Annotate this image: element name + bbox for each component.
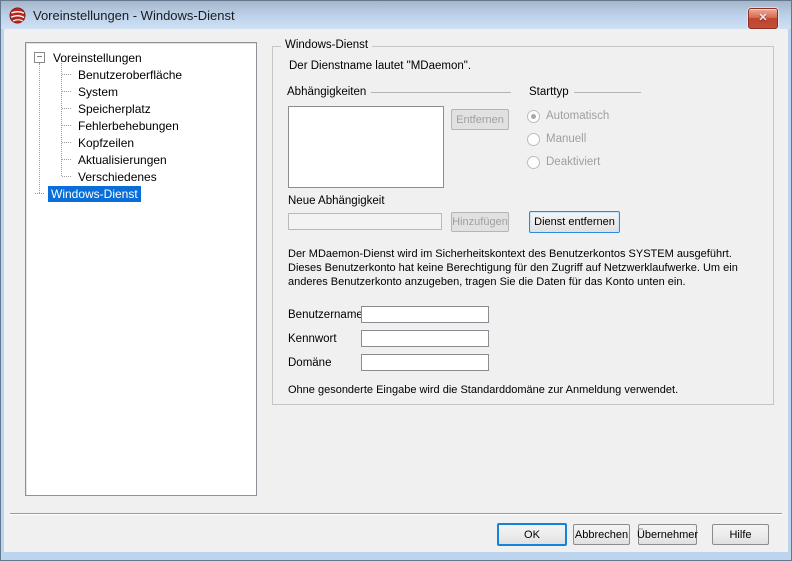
footer-separator (10, 513, 782, 514)
tree-item-system[interactable]: System (26, 83, 121, 100)
dialog-window: Voreinstellungen - Windows-Dienst ✕ − Vo… (0, 0, 792, 561)
radio-label: Automatisch (546, 110, 609, 122)
radio-button-icon (527, 110, 540, 123)
settings-tree-panel: − Voreinstellungen Benutzeroberfläche Sy… (25, 42, 257, 496)
starttype-header: Starttyp (529, 86, 641, 98)
dependencies-header-label: Abhängigkeiten (287, 86, 366, 98)
tree-item-label-selected: Windows-Dienst (48, 186, 141, 202)
tree-item-label: System (75, 84, 121, 100)
password-field[interactable] (361, 330, 489, 347)
radio-deaktiviert[interactable]: Deaktiviert (527, 154, 600, 170)
tree-item-speicherplatz[interactable]: Speicherplatz (26, 100, 154, 117)
windows-dienst-groupbox: Windows-Dienst Der Dienstname lautet "MD… (272, 46, 774, 405)
username-label: Benutzername (288, 309, 361, 321)
tree-item-verschiedenes[interactable]: Verschiedenes (26, 168, 160, 185)
tree-item-label: Kopfzeilen (75, 135, 137, 151)
radio-button-icon (527, 133, 540, 146)
radio-button-icon (527, 156, 540, 169)
remove-dependency-button[interactable]: Entfernen (451, 109, 509, 130)
collapse-icon[interactable]: − (34, 52, 45, 63)
new-dependency-input[interactable] (288, 213, 442, 230)
close-button[interactable]: ✕ (748, 8, 778, 29)
header-rule (371, 92, 511, 98)
tree-connector (62, 125, 71, 126)
tree-item-label: Verschiedenes (75, 169, 160, 185)
settings-tree: − Voreinstellungen Benutzeroberfläche Sy… (26, 43, 256, 49)
tree-item-label: Speicherplatz (75, 101, 154, 117)
tree-item-voreinstellungen[interactable]: − Voreinstellungen (26, 49, 145, 66)
tree-connector (62, 176, 71, 177)
tree-item-label: Fehlerbehebungen (75, 118, 182, 134)
new-dependency-label: Neue Abhängigkeit (288, 195, 385, 207)
add-dependency-button[interactable]: Hinzufügen (451, 212, 509, 232)
tree-connector (62, 74, 71, 75)
password-row: Kennwort (288, 330, 489, 347)
radio-label: Deaktiviert (546, 156, 600, 168)
help-button[interactable]: Hilfe (712, 524, 769, 545)
window-title: Voreinstellungen - Windows-Dienst (33, 8, 235, 23)
service-name-text: Der Dienstname lautet "MDaemon". (289, 60, 471, 72)
username-row: Benutzername (288, 306, 489, 323)
remove-service-button[interactable]: Dienst entfernen (529, 211, 620, 233)
ok-button[interactable]: OK (497, 523, 567, 546)
tree-item-kopfzeilen[interactable]: Kopfzeilen (26, 134, 137, 151)
dependencies-listbox[interactable] (288, 106, 444, 188)
account-info-text: Der MDaemon-Dienst wird im Sicherheitsko… (288, 247, 766, 289)
tree-connector (62, 108, 71, 109)
cancel-button[interactable]: Abbrechen (573, 524, 630, 545)
tree-connector (62, 159, 71, 160)
tree-item-label: Benutzeroberfläche (75, 67, 185, 83)
close-icon: ✕ (758, 13, 767, 24)
tree-connector (62, 91, 71, 92)
radio-manuell[interactable]: Manuell (527, 131, 586, 147)
tree-item-fehlerbehebungen[interactable]: Fehlerbehebungen (26, 117, 182, 134)
starttype-header-label: Starttyp (529, 86, 569, 98)
radio-automatisch[interactable]: Automatisch (527, 108, 609, 124)
tree-connector (62, 142, 71, 143)
password-label: Kennwort (288, 333, 361, 345)
dialog-client-area: − Voreinstellungen Benutzeroberfläche Sy… (4, 29, 788, 552)
header-rule (574, 92, 641, 98)
mdaemon-logo-icon (9, 7, 26, 24)
apply-button[interactable]: Übernehmer (638, 524, 697, 545)
domain-label: Domäne (288, 357, 361, 369)
radio-label: Manuell (546, 133, 586, 145)
groupbox-title: Windows-Dienst (281, 39, 372, 51)
tree-connector (35, 193, 44, 194)
tree-item-label: Voreinstellungen (50, 50, 145, 66)
default-domain-note: Ohne gesonderte Eingabe wird die Standar… (288, 384, 678, 396)
domain-row: Domäne (288, 354, 489, 371)
tree-item-benutzeroberflaeche[interactable]: Benutzeroberfläche (26, 66, 185, 83)
tree-item-label: Aktualisierungen (75, 152, 170, 168)
username-field[interactable] (361, 306, 489, 323)
domain-field[interactable] (361, 354, 489, 371)
tree-item-aktualisierungen[interactable]: Aktualisierungen (26, 151, 170, 168)
dependencies-header: Abhängigkeiten (287, 86, 511, 98)
titlebar: Voreinstellungen - Windows-Dienst ✕ (1, 1, 791, 29)
tree-item-windows-dienst[interactable]: Windows-Dienst (26, 185, 141, 202)
